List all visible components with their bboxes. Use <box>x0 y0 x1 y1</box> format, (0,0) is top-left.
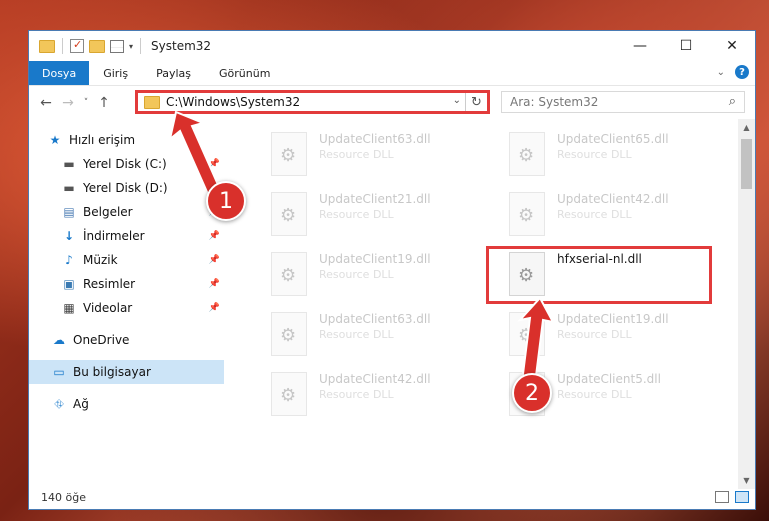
arrow-to-file <box>517 296 555 386</box>
annotation-arrows <box>168 110 555 386</box>
step-badge-2: 2 <box>512 373 552 413</box>
step-badge-1: 1 <box>206 181 246 221</box>
